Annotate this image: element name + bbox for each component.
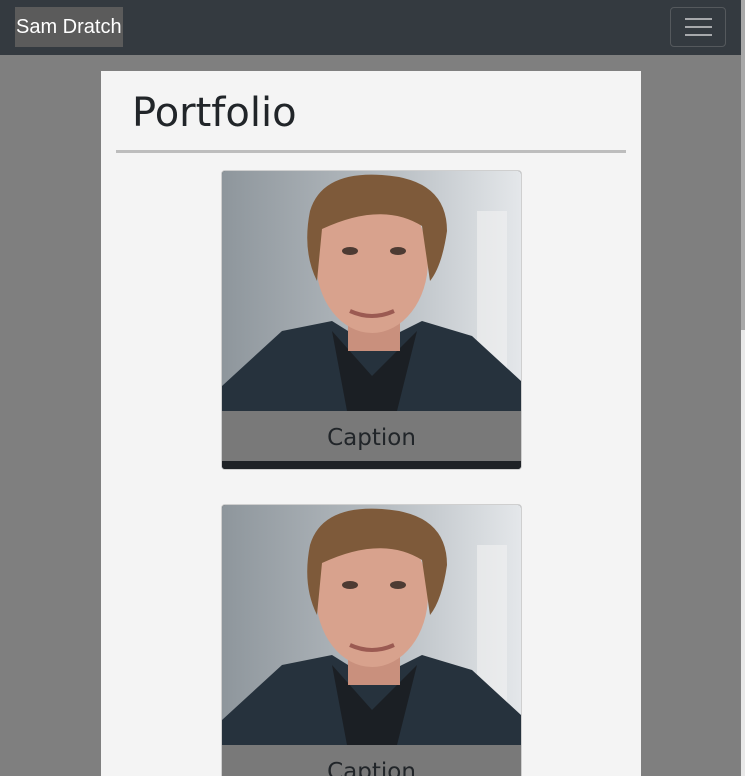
portfolio-panel: Portfolio Caption Caption <box>101 71 641 776</box>
portfolio-card[interactable]: Caption <box>221 504 522 776</box>
hamburger-icon <box>685 18 712 36</box>
portrait-photo <box>222 505 521 776</box>
scrollbar-thumb[interactable] <box>741 0 745 330</box>
navbar-toggler-button[interactable] <box>670 7 726 47</box>
page-title: Portfolio <box>132 90 297 136</box>
card-caption: Caption <box>222 745 521 776</box>
scrollbar[interactable] <box>741 0 745 776</box>
title-divider <box>116 150 626 153</box>
brand-link[interactable]: Sam Dratch <box>15 7 123 47</box>
portfolio-card[interactable]: Caption <box>221 170 522 470</box>
navbar: Sam Dratch <box>0 0 741 55</box>
card-caption: Caption <box>222 411 521 461</box>
